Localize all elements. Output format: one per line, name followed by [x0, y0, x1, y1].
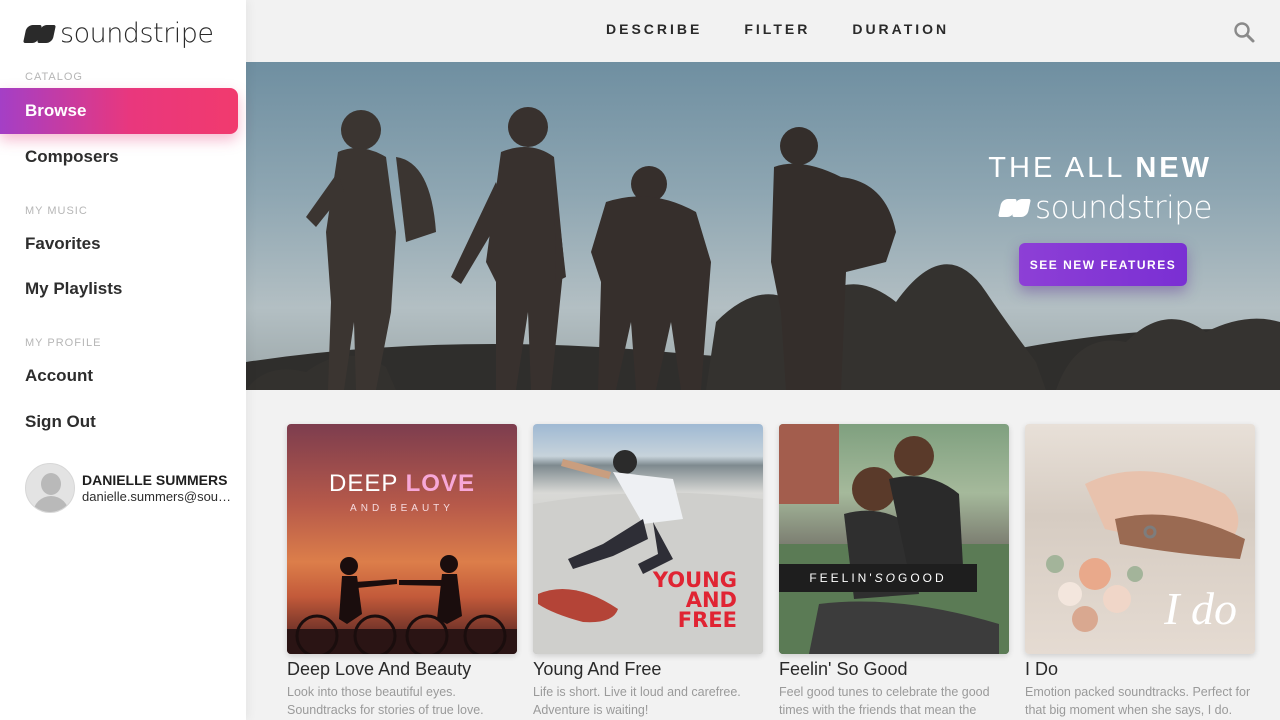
- playlist-title: I Do: [1025, 659, 1059, 679]
- sidebar-item-sign-out[interactable]: Sign Out: [0, 399, 238, 445]
- see-new-features-button[interactable]: SEE NEW FEATURES: [1019, 243, 1187, 286]
- couple-image: [779, 424, 1009, 654]
- nav-duration[interactable]: DURATION: [852, 21, 949, 37]
- section-label-my-music: MY MUSIC: [25, 205, 88, 217]
- brand-name: soundstripe: [60, 18, 214, 49]
- hero-title: THE ALL NEW: [988, 152, 1212, 184]
- sidebar-item-composers[interactable]: Composers: [0, 134, 238, 180]
- playlist-art: I do: [1025, 424, 1255, 654]
- soundstripe-logo-icon: [998, 197, 1031, 219]
- brand-logo[interactable]: soundstripe: [23, 18, 214, 49]
- user-email: danielle.summers@soundstripe.com: [82, 489, 232, 504]
- nav-describe[interactable]: DESCRIBE: [606, 21, 702, 37]
- sidebar-item-favorites[interactable]: Favorites: [0, 221, 238, 267]
- hero-silhouette-image: [246, 107, 1280, 390]
- art-title: I do: [1164, 583, 1237, 634]
- section-label-catalog: CATALOG: [25, 71, 83, 83]
- playlist-description: Look into those beautiful eyes. Soundtra…: [287, 685, 484, 717]
- playlist-art: DEEP LOVE AND BEAUTY: [287, 424, 517, 654]
- user-profile[interactable]: DANIELLE SUMMERS danielle.summers@sounds…: [25, 463, 232, 513]
- art-title: YOUNG AND FREE: [652, 568, 737, 632]
- playlist-title: Young And Free: [533, 659, 662, 679]
- playlist-card-i-do[interactable]: I do I Do Emotion packed soundtracks. Pe…: [1025, 424, 1255, 719]
- playlist-description: Feel good tunes to celebrate the good ti…: [779, 685, 990, 717]
- sidebar-item-my-playlists[interactable]: My Playlists: [0, 266, 238, 312]
- playlist-card-deep-love[interactable]: DEEP LOVE AND BEAUTY Deep Love And Beaut…: [287, 424, 517, 719]
- sidebar-item-browse[interactable]: Browse: [0, 88, 238, 134]
- playlist-art: FEELIN' SO GOOD: [779, 424, 1009, 654]
- top-nav: DESCRIBE FILTER DURATION: [246, 0, 1280, 62]
- playlist-title: Deep Love And Beauty: [287, 659, 472, 679]
- hero-logo: soundstripe: [998, 190, 1213, 226]
- playlist-card-feelin-so-good[interactable]: FEELIN' SO GOOD Feelin' So Good Feel goo…: [779, 424, 1009, 719]
- sidebar: soundstripe CATALOG Browse Composers MY …: [0, 0, 246, 720]
- section-label-my-profile: MY PROFILE: [25, 337, 102, 349]
- user-info: DANIELLE SUMMERS danielle.summers@sounds…: [82, 472, 232, 504]
- search-icon[interactable]: [1232, 20, 1256, 44]
- playlist-card-young-and-free[interactable]: YOUNG AND FREE Young And Free Life is sh…: [533, 424, 763, 719]
- user-name: DANIELLE SUMMERS: [82, 472, 228, 488]
- nav-filter[interactable]: FILTER: [744, 21, 810, 37]
- top-nav-links: DESCRIBE FILTER DURATION: [606, 21, 949, 37]
- hero-logo-text: soundstripe: [1034, 190, 1213, 226]
- hero-banner: THE ALL NEW soundstripe SEE NEW FEATURES: [246, 62, 1280, 390]
- playlist-art: YOUNG AND FREE: [533, 424, 763, 654]
- sidebar-item-account[interactable]: Account: [0, 353, 238, 399]
- playlist-title: Feelin' So Good: [779, 659, 908, 679]
- cyclists-silhouette-image: [287, 555, 517, 654]
- art-title: FEELIN' SO GOOD: [779, 564, 977, 592]
- app-root: soundstripe CATALOG Browse Composers MY …: [0, 0, 1280, 720]
- avatar: [25, 463, 75, 513]
- soundstripe-logo-icon: [23, 23, 56, 45]
- playlist-description: Emotion packed soundtracks. Perfect for …: [1025, 685, 1251, 717]
- playlist-description: Life is short. Live it loud and carefree…: [533, 685, 741, 717]
